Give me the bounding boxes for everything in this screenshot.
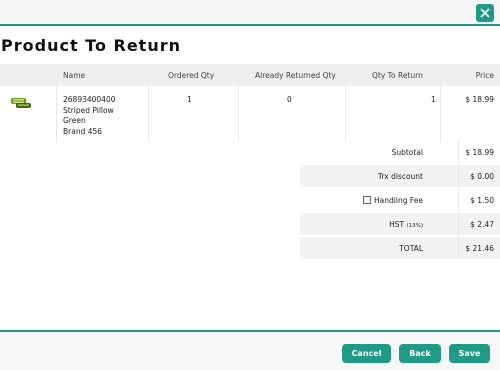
- column-divider: [238, 86, 239, 142]
- column-divider: [458, 165, 459, 187]
- subtotal-value: $ 18.99: [465, 148, 494, 157]
- column-divider: [458, 141, 459, 163]
- table-header: Name Ordered Qty Already Returned Qty Qt…: [0, 64, 500, 86]
- hst-label-wrap: HST (13%): [389, 220, 423, 229]
- dialog-header-bar: [0, 0, 500, 26]
- handling-fee-label: Handling Fee: [374, 196, 423, 205]
- save-button[interactable]: Save: [449, 344, 490, 363]
- column-divider: [458, 189, 459, 211]
- total-row: TOTAL $ 21.46: [300, 237, 500, 259]
- product-sku: 26893400400: [63, 95, 116, 104]
- ordered-qty-value: 1: [187, 95, 192, 104]
- back-button[interactable]: Back: [399, 344, 441, 363]
- column-divider: [148, 86, 149, 142]
- subtotal-label: Subtotal: [391, 148, 423, 157]
- header-name: Name: [63, 71, 86, 80]
- handling-fee-row: Handling Fee $ 1.50: [300, 189, 500, 211]
- handling-fee-value: $ 1.50: [470, 196, 494, 205]
- handling-fee-checkbox[interactable]: [363, 196, 372, 204]
- dialog-footer: Cancel Back Save: [0, 330, 500, 370]
- qty-to-return-value[interactable]: 1: [431, 95, 436, 104]
- header-already-returned-qty: Already Returned Qty: [255, 71, 336, 80]
- subtotal-row: Subtotal $ 18.99: [300, 141, 500, 163]
- table-row: 26893400400 Striped Pillow Green Brand 4…: [0, 86, 500, 142]
- column-divider: [458, 237, 459, 259]
- price-value: $ 18.99: [465, 95, 494, 104]
- product-description: Striped Pillow: [63, 105, 114, 115]
- trx-discount-value: $ 0.00: [470, 172, 494, 181]
- trx-discount-row: Trx discount $ 0.00: [300, 165, 500, 187]
- header-qty-to-return: Qty To Return: [372, 71, 423, 80]
- product-thumbnail: [11, 98, 31, 108]
- product-name-cell: 26893400400 Striped Pillow Green Brand 4…: [63, 95, 116, 137]
- total-label: TOTAL: [399, 244, 423, 253]
- close-button[interactable]: [476, 4, 494, 22]
- column-divider: [458, 213, 459, 235]
- product-color: Green: [63, 116, 86, 125]
- hst-value: $ 2.47: [470, 220, 494, 229]
- page-title: Product To Return: [1, 36, 181, 55]
- hst-row: HST (13%) $ 2.47: [300, 213, 500, 235]
- total-value: $ 21.46: [465, 244, 494, 253]
- hst-label: HST: [389, 220, 405, 229]
- already-returned-qty-value: 0: [287, 95, 292, 104]
- hst-rate: (13%): [406, 223, 423, 229]
- header-price: Price: [475, 71, 494, 80]
- cancel-button[interactable]: Cancel: [342, 344, 391, 363]
- handling-fee-label-wrap: Handling Fee: [363, 196, 423, 205]
- product-brand: Brand 456: [63, 126, 103, 136]
- header-ordered-qty: Ordered Qty: [168, 71, 215, 80]
- column-divider: [56, 86, 57, 142]
- close-icon: [480, 8, 490, 18]
- column-divider: [440, 86, 441, 142]
- column-divider: [345, 86, 346, 142]
- trx-discount-label: Trx discount: [377, 172, 423, 181]
